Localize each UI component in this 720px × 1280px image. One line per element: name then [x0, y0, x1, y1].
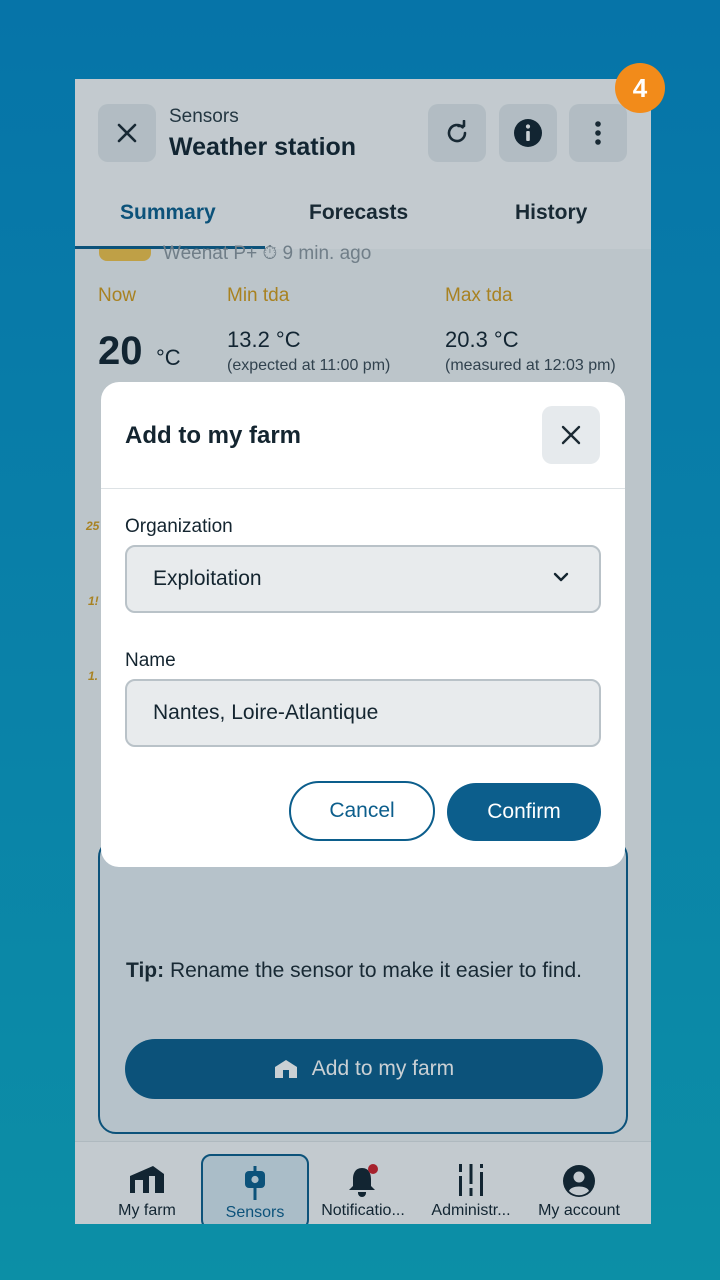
confirm-button[interactable]: Confirm [447, 783, 601, 841]
cancel-button[interactable]: Cancel [289, 781, 435, 841]
add-to-farm-dialog: Add to my farm Organization Exploitation… [101, 382, 625, 867]
chevron-down-icon [553, 572, 569, 582]
organization-value: Exploitation [153, 567, 262, 590]
step-badge: 4 [615, 63, 665, 113]
organization-select[interactable]: Exploitation [125, 545, 601, 613]
dialog-close-button[interactable] [542, 406, 600, 464]
name-label: Name [125, 650, 176, 671]
name-value: Nantes, Loire-Atlantique [153, 701, 379, 724]
dialog-divider [101, 488, 625, 489]
screenshot-frame: 4 Sensors Weather station Summary Foreca… [0, 0, 720, 1280]
name-input[interactable]: Nantes, Loire-Atlantique [125, 679, 601, 747]
phone-screen: Sensors Weather station Summary Forecast… [75, 79, 651, 1224]
organization-label: Organization [125, 516, 233, 537]
close-icon [561, 425, 581, 445]
dialog-title: Add to my farm [125, 422, 302, 449]
